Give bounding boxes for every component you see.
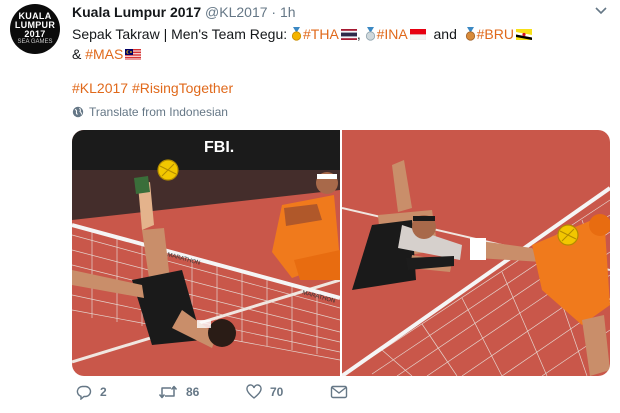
tweet-photo-1[interactable]: FBI. MARATHON MARATHON xyxy=(72,130,340,376)
separator-dot: · xyxy=(271,4,277,20)
globe-icon xyxy=(72,106,84,118)
tweet-text-line1: Sepak Takraw | Men's Team Regu: xyxy=(72,26,288,42)
chevron-down-icon[interactable] xyxy=(594,4,608,18)
and-word: and xyxy=(433,26,457,42)
hashtag-ina[interactable]: #INA xyxy=(377,26,408,42)
display-name[interactable]: Kuala Lumpur 2017 xyxy=(72,4,201,20)
hashtag-tha[interactable]: #THA xyxy=(303,26,339,42)
reply-icon xyxy=(76,385,92,400)
heart-icon xyxy=(246,384,262,399)
retweet-count: 86 xyxy=(186,385,200,399)
reply-button[interactable]: 2 xyxy=(76,384,107,400)
retweet-button[interactable]: 86 xyxy=(158,384,199,400)
silver-medal-icon xyxy=(365,27,375,41)
avatar-text-3: 2017 xyxy=(24,29,46,39)
direct-message-button[interactable] xyxy=(330,384,348,400)
avatar-text-sub: SEA GAMES xyxy=(17,39,53,45)
translate-text: Translate from Indonesian xyxy=(89,105,228,119)
timestamp[interactable]: 1h xyxy=(280,4,296,20)
like-button[interactable]: 70 xyxy=(246,384,283,400)
sepak-takraw-photo-2 xyxy=(342,130,610,376)
hashtag-mas[interactable]: #MAS xyxy=(85,46,123,62)
tweet-text: Sepak Takraw | Men's Team Regu: #THA, #I… xyxy=(72,24,612,64)
reply-count: 2 xyxy=(100,385,107,399)
tweet-photo-2[interactable] xyxy=(342,130,610,376)
hashtag-bru[interactable]: #BRU xyxy=(477,26,514,42)
bronze-medal-icon xyxy=(465,27,475,41)
malaysia-flag-icon xyxy=(125,49,142,60)
profile-avatar[interactable]: KUALA LUMPUR 2017 SEA GAMES xyxy=(10,4,60,54)
tweet-header: Kuala Lumpur 2017 @KL2017 · 1h xyxy=(72,4,296,20)
hashtag-line: #KL2017 #RisingTogether xyxy=(72,80,233,96)
brunei-flag-icon xyxy=(516,29,532,40)
like-count: 70 xyxy=(270,385,284,399)
hashtag-risingtogether[interactable]: #RisingTogether xyxy=(132,80,233,96)
indonesia-flag-icon xyxy=(409,29,426,40)
user-handle[interactable]: @KL2017 xyxy=(205,4,267,20)
comma-1: , xyxy=(356,26,361,42)
sepak-takraw-photo-1: FBI. MARATHON MARATHON xyxy=(72,130,340,376)
banner-logo: FBI. xyxy=(204,139,234,156)
translate-link[interactable]: Translate from Indonesian xyxy=(72,105,228,119)
ampersand: & xyxy=(72,46,82,62)
retweet-icon xyxy=(158,385,178,399)
thailand-flag-icon xyxy=(340,29,357,40)
hashtag-kl2017[interactable]: #KL2017 xyxy=(72,80,128,96)
tweet-actions: 2 86 70 xyxy=(72,384,612,408)
envelope-icon xyxy=(330,385,348,399)
gold-medal-icon xyxy=(291,27,302,41)
